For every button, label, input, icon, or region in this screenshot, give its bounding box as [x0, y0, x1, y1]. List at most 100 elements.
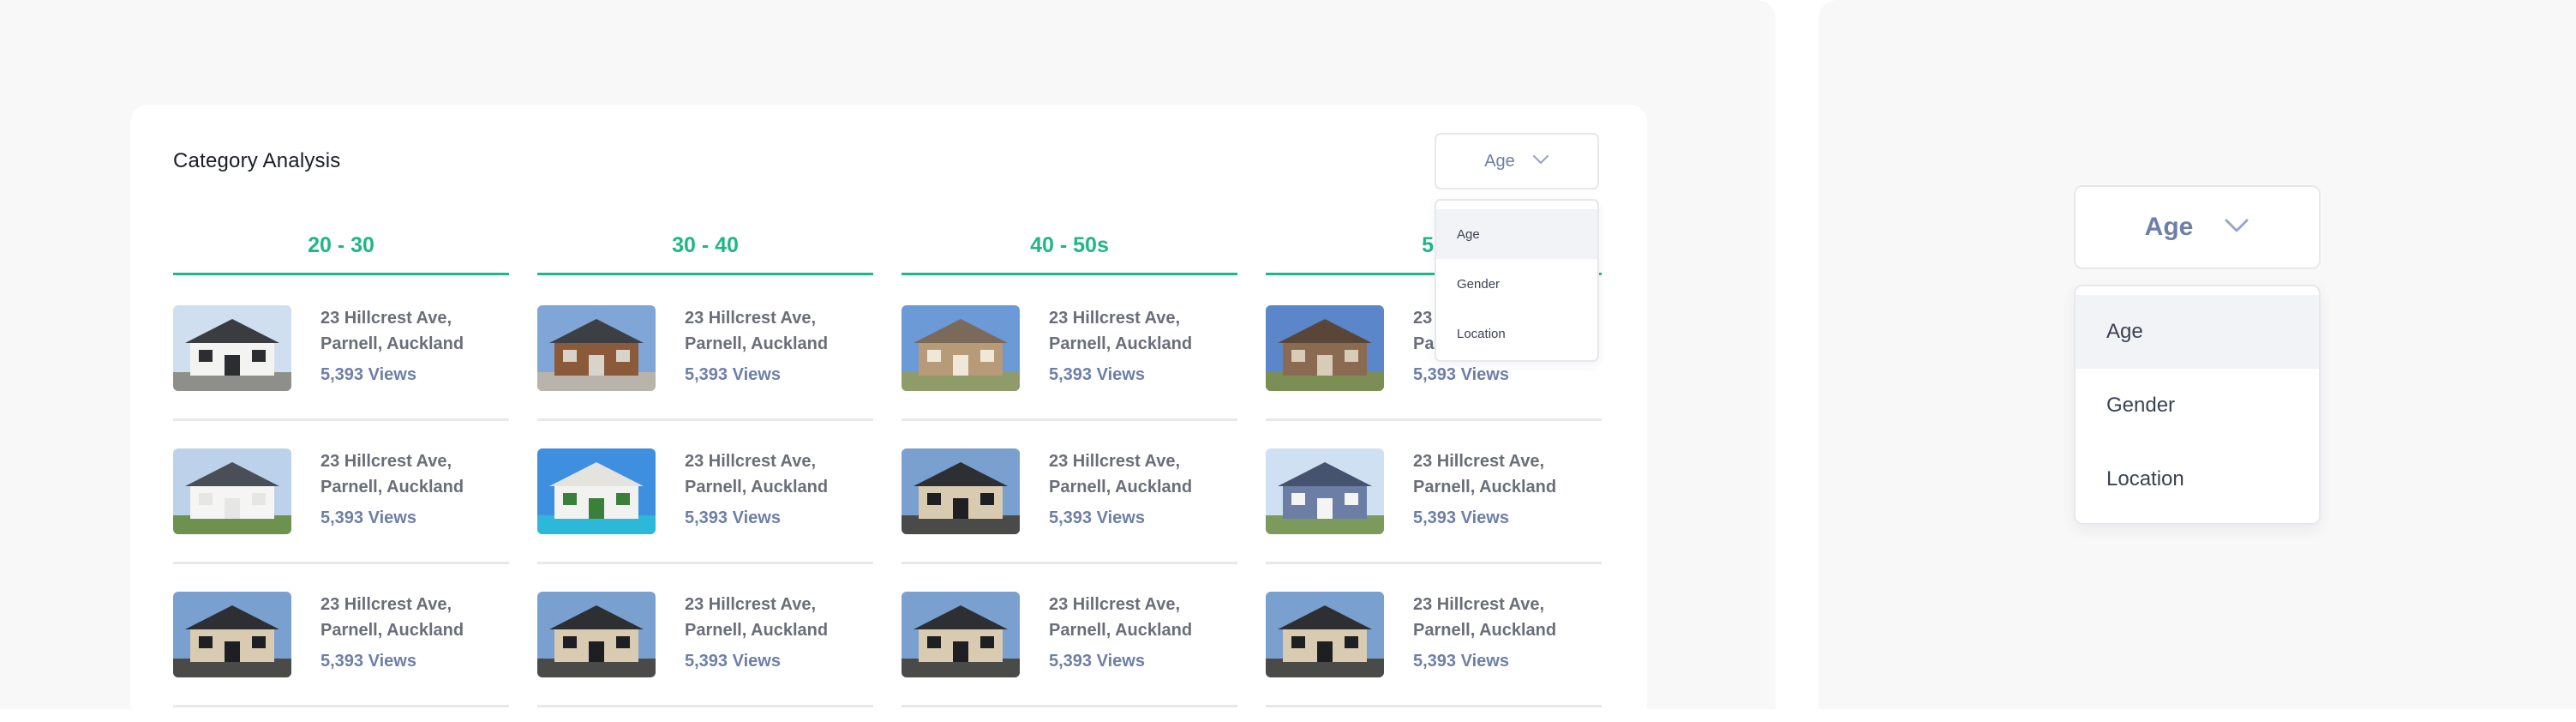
address-line-2: Parnell, Auckland	[1413, 478, 1557, 496]
address-line-2: Parnell, Auckland	[321, 478, 464, 496]
dropdown-option-gender[interactable]: Gender	[1436, 259, 1597, 309]
chevron-down-icon	[2224, 218, 2250, 238]
preview-dropdown-trigger[interactable]: Age	[2074, 185, 2321, 269]
preview-option-gender[interactable]: Gender	[2076, 369, 2319, 442]
listing-address: 23 Hillcrest Ave, Parnell, Auckland	[1049, 305, 1246, 357]
house-thumbnail[interactable]	[902, 305, 1020, 391]
listing-item[interactable]: 23 Hillcrest Ave, Parnell, Auckland 5,393 …	[902, 592, 1237, 677]
listing-item[interactable]: 23 Hillcrest Ave, Parnell, Auckland 5,393 …	[1266, 448, 1602, 534]
address-line-2: Parnell, Auckland	[321, 334, 464, 353]
house-thumbnail[interactable]	[537, 305, 656, 391]
address-line-2: Parnell, Auckland	[1049, 621, 1193, 640]
address-line-2: Parnell, Auckland	[685, 478, 829, 496]
address-line-1: 23 Hillcrest Ave,	[1049, 595, 1181, 614]
listing-address: 23 Hillcrest Ave, Parnell, Auckland	[321, 592, 518, 643]
address-line-1: 23 Hillcrest Ave,	[1413, 595, 1545, 614]
listing-item[interactable]: 23 Hillcrest Ave, Parnell, Auckland 5,393 …	[902, 448, 1237, 534]
listing-address: 23 Hillcrest Ave, Parnell, Auckland	[685, 305, 882, 357]
listing-views: 5,393 Views	[1413, 508, 1509, 527]
preview-option-location[interactable]: Location	[2076, 442, 2319, 516]
listing-address: 23 Hillcrest Ave, Parnell, Auckland	[1413, 448, 1610, 500]
row-divider	[537, 418, 873, 421]
address-line-1: 23 Hillcrest Ave,	[1049, 452, 1181, 471]
listing-views: 5,393 Views	[685, 508, 781, 527]
address-line-1: 23 Hillcrest Ave,	[685, 452, 817, 471]
listing-item[interactable]: 23 Hillcrest Ave, Parnell, Auckland 5,393 …	[173, 305, 509, 391]
listing-views: 5,393 Views	[685, 365, 781, 384]
address-line-2: Parnell, Auckland	[1049, 334, 1193, 353]
preview-dropdown-menu: Age Gender Location	[2074, 285, 2321, 525]
dropdown-option-location[interactable]: Location	[1436, 309, 1597, 358]
listing-views: 5,393 Views	[321, 365, 416, 384]
row-divider	[537, 705, 873, 707]
address-line-2: Parnell, Auckland	[1413, 621, 1557, 640]
address-line-2: Parnell, Auckland	[685, 334, 829, 353]
listing-views: 5,393 Views	[1049, 652, 1145, 671]
category-dropdown-trigger[interactable]: Age	[1435, 133, 1599, 190]
address-line-2: Parnell, Auckland	[685, 621, 829, 640]
listing-item[interactable]: 23 Hillcrest Ave, Parnell, Auckland 5,393 …	[537, 305, 873, 391]
category-dropdown-menu: Age Gender Location	[1435, 199, 1599, 362]
row-divider	[902, 562, 1237, 564]
row-divider	[173, 562, 509, 564]
column-underline	[902, 273, 1237, 275]
house-thumbnail[interactable]	[537, 448, 656, 534]
column-header: 40 - 50s	[1030, 233, 1109, 257]
house-thumbnail[interactable]	[902, 448, 1020, 534]
listing-item[interactable]: 23 Hillcrest Ave, Parnell, Auckland 5,393 …	[902, 305, 1237, 391]
dropdown-selected-label: Age	[1484, 151, 1515, 171]
listing-address: 23 Hillcrest Ave, Parnell, Auckland	[1049, 448, 1246, 500]
house-thumbnail[interactable]	[173, 592, 291, 677]
listing-views: 5,393 Views	[321, 652, 416, 671]
address-line-1: 23 Hillcrest Ave,	[685, 309, 817, 328]
listing-views: 5,393 Views	[1049, 508, 1145, 527]
row-divider	[1266, 418, 1602, 421]
column-underline	[537, 273, 873, 275]
listing-address: 23 Hillcrest Ave, Parnell, Auckland	[321, 305, 518, 357]
address-line-1: 23 Hillcrest Ave,	[321, 595, 452, 614]
listing-item[interactable]: 23 Hillcrest Ave, Parnell, Auckland 5,393 …	[1266, 592, 1602, 677]
listing-item[interactable]: 23 Hillcrest Ave, Parnell, Auckland 5,393 …	[537, 448, 873, 534]
dropdown-option-age[interactable]: Age	[1436, 209, 1597, 259]
row-divider	[1266, 562, 1602, 564]
address-line-1: 23 Hillcrest Ave,	[321, 309, 452, 328]
preview-selected-label: Age	[2144, 213, 2194, 241]
listing-item[interactable]: 23 Hillcrest Ave, Parnell, Auckland 5,393 …	[173, 592, 509, 677]
column-header: 30 - 40	[672, 233, 739, 257]
listing-address: 23 Hillcrest Ave, Parnell, Auckland	[685, 448, 882, 500]
address-line-1: 23 Hillcrest Ave,	[1413, 452, 1545, 471]
row-divider	[173, 418, 509, 421]
house-thumbnail[interactable]	[902, 592, 1020, 677]
row-divider	[537, 562, 873, 564]
listing-address: 23 Hillcrest Ave, Parnell, Auckland	[1049, 592, 1246, 643]
house-thumbnail[interactable]	[1266, 448, 1384, 534]
house-thumbnail[interactable]	[173, 305, 291, 391]
column-underline	[173, 273, 509, 275]
house-thumbnail[interactable]	[1266, 305, 1384, 391]
row-divider	[1266, 705, 1602, 707]
listing-address: 23 Hillcrest Ave, Parnell, Auckland	[321, 448, 518, 500]
house-thumbnail[interactable]	[1266, 592, 1384, 677]
listing-address: 23 Hillcrest Ave, Parnell, Auckland	[685, 592, 882, 643]
listing-item[interactable]: 23 Hillcrest Ave, Parnell, Auckland 5,393 …	[537, 592, 873, 677]
listing-views: 5,393 Views	[1049, 365, 1145, 384]
row-divider	[902, 418, 1237, 421]
preview-option-age[interactable]: Age	[2076, 295, 2319, 369]
category-analysis-card: Category Analysis Age 20 - 30 23 Hillcre…	[130, 105, 1647, 722]
listing-views: 5,393 Views	[321, 508, 416, 527]
house-thumbnail[interactable]	[537, 592, 656, 677]
listing-address: 23 Hillcrest Ave, Parnell, Auckland	[1413, 592, 1610, 643]
row-divider	[173, 705, 509, 707]
address-line-2: Parnell, Auckland	[1049, 478, 1193, 496]
listing-views: 5,393 Views	[685, 652, 781, 671]
house-thumbnail[interactable]	[173, 448, 291, 534]
row-divider	[902, 705, 1237, 707]
card-title: Category Analysis	[173, 149, 341, 172]
listing-views: 5,393 Views	[1413, 365, 1509, 384]
listing-item[interactable]: 23 Hillcrest Ave, Parnell, Auckland 5,393 …	[173, 448, 509, 534]
address-line-2: Parnell, Auckland	[321, 621, 464, 640]
address-line-1: 23 Hillcrest Ave,	[321, 452, 452, 471]
column-header: 20 - 30	[308, 233, 374, 257]
chevron-down-icon	[1532, 153, 1549, 169]
address-line-1: 23 Hillcrest Ave,	[685, 595, 817, 614]
